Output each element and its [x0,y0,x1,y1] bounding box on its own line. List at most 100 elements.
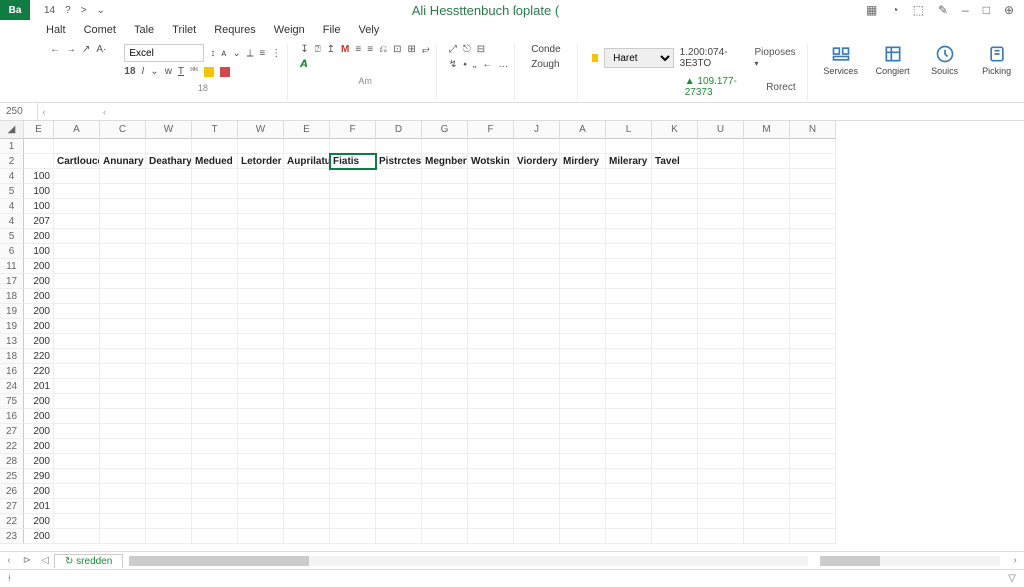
cell[interactable]: 200 [24,439,54,454]
cell[interactable] [238,454,284,469]
cell[interactable] [330,529,376,544]
cell[interactable] [238,514,284,529]
win-icon[interactable]: ⬚ [913,3,924,17]
cell[interactable] [790,364,836,379]
cell[interactable] [790,439,836,454]
cell[interactable] [192,514,238,529]
cell[interactable] [330,499,376,514]
cell[interactable] [698,349,744,364]
cell[interactable] [652,169,698,184]
cell[interactable] [284,289,330,304]
cell[interactable] [376,289,422,304]
row-header[interactable]: 4 [0,169,24,184]
cell[interactable] [744,259,790,274]
cell[interactable] [376,529,422,544]
cell[interactable] [790,499,836,514]
cell[interactable] [698,379,744,394]
sheet-prev-icon[interactable]: ◁ [36,555,54,566]
ribbon-btn[interactable]: ⊞ [407,44,415,55]
cell[interactable]: 200 [24,229,54,244]
cell[interactable] [744,514,790,529]
picking-button[interactable]: Picking [976,44,1018,76]
cell[interactable]: Milerary [606,154,652,169]
cell[interactable] [652,259,698,274]
cell[interactable] [422,184,468,199]
cell[interactable]: Fiatis [330,154,376,169]
formula-expand-icon[interactable]: ‹ [50,107,112,117]
cell[interactable] [376,319,422,334]
cell[interactable] [146,349,192,364]
cell[interactable] [468,499,514,514]
row-header[interactable]: 23 [0,529,24,544]
cell[interactable] [560,139,606,154]
cell[interactable] [238,379,284,394]
cell[interactable] [100,364,146,379]
cell[interactable] [192,184,238,199]
cell[interactable] [422,394,468,409]
cell[interactable] [468,274,514,289]
cell[interactable] [284,499,330,514]
cell[interactable]: 201 [24,379,54,394]
row-header[interactable]: 27 [0,424,24,439]
cell[interactable] [514,379,560,394]
cell[interactable] [698,484,744,499]
row-header[interactable]: 16 [0,409,24,424]
cell[interactable] [376,349,422,364]
cell[interactable]: 200 [24,319,54,334]
cell[interactable] [744,334,790,349]
ribbon-btn[interactable]: ↕ [210,48,215,59]
row-header[interactable]: 24 [0,379,24,394]
fill-color-icon[interactable] [220,67,230,77]
cell[interactable] [606,424,652,439]
forward-icon[interactable]: → [66,44,76,55]
cell[interactable] [744,499,790,514]
cell[interactable] [514,259,560,274]
minimize-icon[interactable]: – [962,3,969,17]
cell[interactable] [606,319,652,334]
cell[interactable] [468,139,514,154]
cell[interactable] [330,379,376,394]
column-header[interactable]: W [238,121,284,139]
cell[interactable] [284,214,330,229]
ribbon-btn[interactable]: ↧ [300,44,308,55]
cell[interactable] [54,349,100,364]
cell[interactable] [790,394,836,409]
cell[interactable] [652,454,698,469]
qat-item[interactable]: > [81,5,87,16]
cell[interactable] [238,439,284,454]
cell[interactable] [54,454,100,469]
cell[interactable] [606,274,652,289]
cell[interactable] [744,439,790,454]
cell[interactable] [284,454,330,469]
cell[interactable] [330,214,376,229]
cell[interactable] [468,349,514,364]
souics-button[interactable]: Souics [924,44,966,76]
cell[interactable] [514,274,560,289]
cell[interactable] [744,319,790,334]
menu-item[interactable]: Halt [46,24,66,36]
cell[interactable] [284,319,330,334]
cell[interactable] [468,304,514,319]
cell[interactable] [560,184,606,199]
column-header[interactable]: G [422,121,468,139]
cell[interactable] [330,274,376,289]
cell[interactable] [376,199,422,214]
cell[interactable] [192,409,238,424]
cell[interactable] [698,169,744,184]
cell[interactable] [54,139,100,154]
cell[interactable] [468,319,514,334]
cell[interactable] [652,304,698,319]
ribbon-btn[interactable]: ⌄ [232,48,240,59]
cell[interactable] [652,229,698,244]
cell[interactable] [744,409,790,424]
cell[interactable] [146,334,192,349]
cell[interactable] [54,529,100,544]
cell[interactable] [560,394,606,409]
cell[interactable] [100,454,146,469]
cell[interactable] [652,319,698,334]
cell[interactable] [100,199,146,214]
maximize-icon[interactable]: □ [983,3,990,17]
cell[interactable] [100,304,146,319]
up-icon[interactable]: ↗ [82,44,90,55]
cell[interactable] [514,409,560,424]
